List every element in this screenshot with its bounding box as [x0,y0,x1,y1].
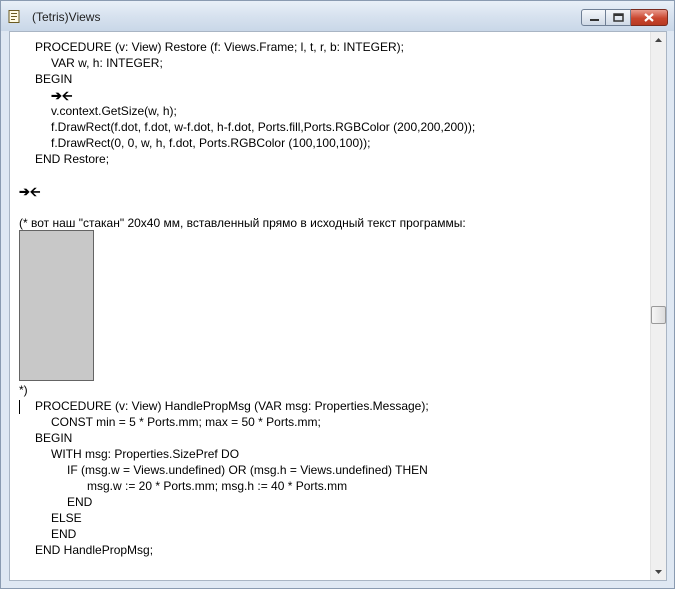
code-line: CONST min = 5 * Ports.mm; max = 50 * Por… [51,415,321,429]
code-line: IF (msg.w = Views.undefined) OR (msg.h =… [67,463,428,477]
maximize-button[interactable] [606,9,631,26]
code-line: ELSE [51,511,82,525]
embedded-glass-view[interactable] [19,230,94,381]
code-line: v.context.GetSize(w, h); [51,104,177,118]
code-line: WITH msg: Properties.SizePref DO [51,447,240,461]
text-caret [19,400,20,414]
code-line: f.DrawRect(f.dot, f.dot, w-f.dot, h-f.do… [51,120,476,134]
document-icon [8,10,20,23]
code-line: PROCEDURE (v: View) Restore (f: Views.Fr… [35,40,404,54]
scrollbar-thumb[interactable] [651,306,666,324]
scroll-down-button[interactable] [651,564,666,580]
code-line: END Restore; [35,152,110,166]
arrow-down-icon [655,570,662,574]
title-bar[interactable]: (Tetris)Views [1,1,674,31]
code-line: END [51,527,77,541]
vertical-scrollbar[interactable] [650,32,666,580]
text-area[interactable]: PROCEDURE (v: View) Restore (f: Views.Fr… [9,31,667,581]
minimize-icon [590,19,599,21]
editor-window: (Tetris)Views PROCEDURE (v: View) Restor… [0,0,675,589]
close-button[interactable] [631,9,668,26]
code-line: BEGIN [35,72,73,86]
code-line: END [67,495,93,509]
code-editor[interactable]: PROCEDURE (v: View) Restore (f: Views.Fr… [10,32,650,580]
code-line: BEGIN [35,431,73,445]
window-title: (Tetris)Views [32,10,101,24]
code-line: END HandlePropMsg; [35,543,154,557]
code-line: msg.w := 20 * Ports.mm; msg.h := 40 * Po… [87,479,348,493]
code-line: f.DrawRect(0, 0, w, h, f.dot, Ports.RGBC… [51,136,371,150]
minimize-button[interactable] [581,9,606,26]
code-line: PROCEDURE (v: View) HandlePropMsg (VAR m… [35,399,429,413]
restore-icon [613,13,624,22]
scroll-up-button[interactable] [651,32,666,48]
arrow-up-icon [655,38,662,42]
close-icon [644,13,654,22]
comment-close: *) [19,383,28,397]
fold-marker[interactable]: ➔🡨 [19,183,40,205]
comment-line: (* вот наш "стакан" 20x40 мм, вставленны… [19,216,466,230]
code-line: VAR w, h: INTEGER; [51,56,163,70]
